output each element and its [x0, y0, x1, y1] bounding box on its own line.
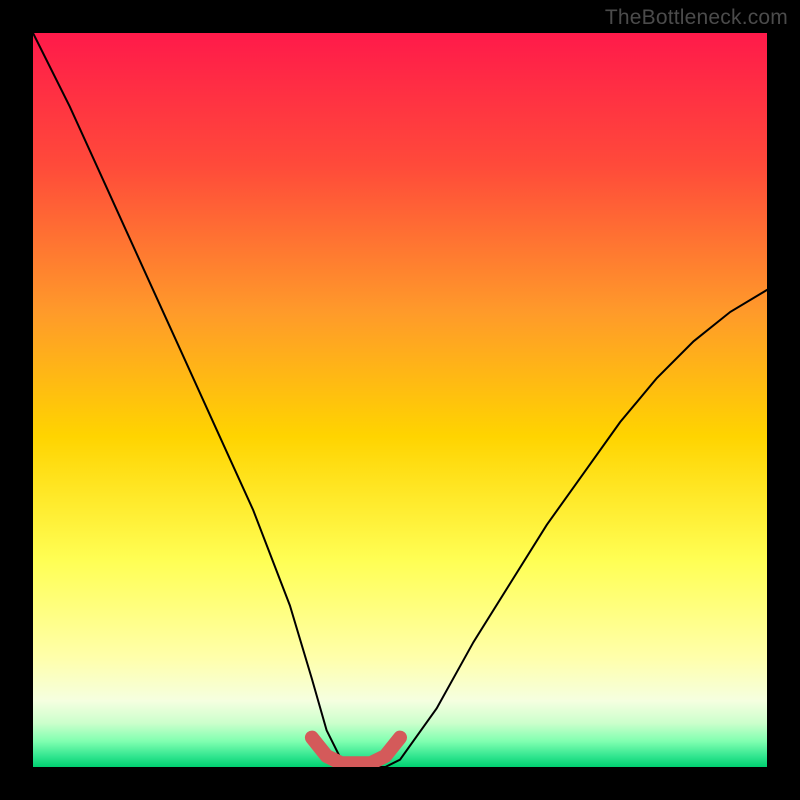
curve-layer — [33, 33, 767, 767]
optimal-range-highlight — [312, 738, 400, 764]
watermark-text: TheBottleneck.com — [605, 6, 788, 30]
plot-area — [33, 33, 767, 767]
bottleneck-curve — [33, 33, 767, 767]
chart-frame: TheBottleneck.com — [0, 0, 800, 800]
